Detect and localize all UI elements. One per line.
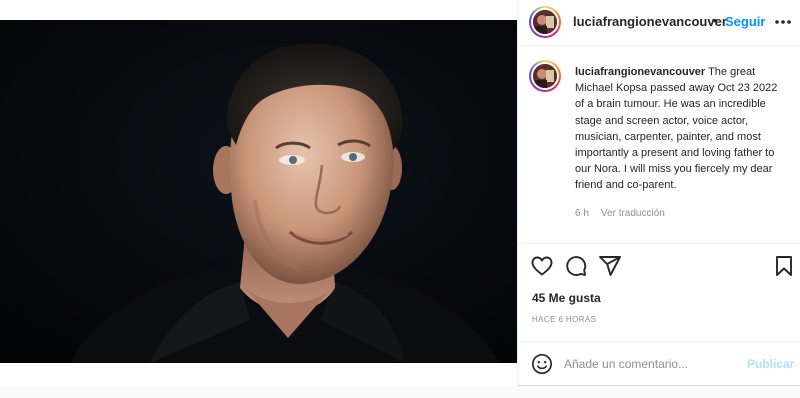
post-media [0,0,517,386]
action-bar [518,254,800,282]
comment-bubble-icon[interactable] [564,254,588,278]
bookmark-icon[interactable] [772,254,796,278]
smiley-icon[interactable] [531,353,553,375]
comment-input[interactable] [564,353,744,375]
post-sidebar: luciafrangionevancouver • Seguir luciafr… [517,0,800,386]
caption-username-link[interactable]: luciafrangionevancouver [575,66,705,78]
post-photo[interactable] [0,20,517,363]
see-translation-button[interactable]: Ver traducción [601,208,665,219]
instagram-post: luciafrangionevancouver • Seguir luciafr… [0,0,800,386]
separator-dot: • [713,13,718,28]
post-caption: luciafrangionevancouver The great Michae… [518,46,800,244]
username-link[interactable]: luciafrangionevancouver [573,14,727,29]
likes-count[interactable]: 45 Me gusta [532,291,601,305]
post-header: luciafrangionevancouver • Seguir [518,0,800,46]
caption-avatar-icon[interactable] [529,60,561,92]
more-options-icon[interactable] [772,12,794,32]
caption-meta: 6 h Ver traducción [575,208,665,219]
follow-button[interactable]: Seguir [725,14,765,29]
publish-button[interactable]: Publicar [747,357,794,371]
post-timestamp[interactable]: HACE 6 HORAS [532,315,596,324]
avatar-icon[interactable] [529,6,561,38]
heart-icon[interactable] [530,254,554,278]
paper-plane-icon[interactable] [598,254,622,278]
caption-text: luciafrangionevancouver The great Michae… [575,64,787,194]
comment-bar: Publicar [518,341,800,386]
caption-time[interactable]: 6 h [575,208,589,219]
caption-body: The great Michael Kopsa passed away Oct … [575,66,778,192]
